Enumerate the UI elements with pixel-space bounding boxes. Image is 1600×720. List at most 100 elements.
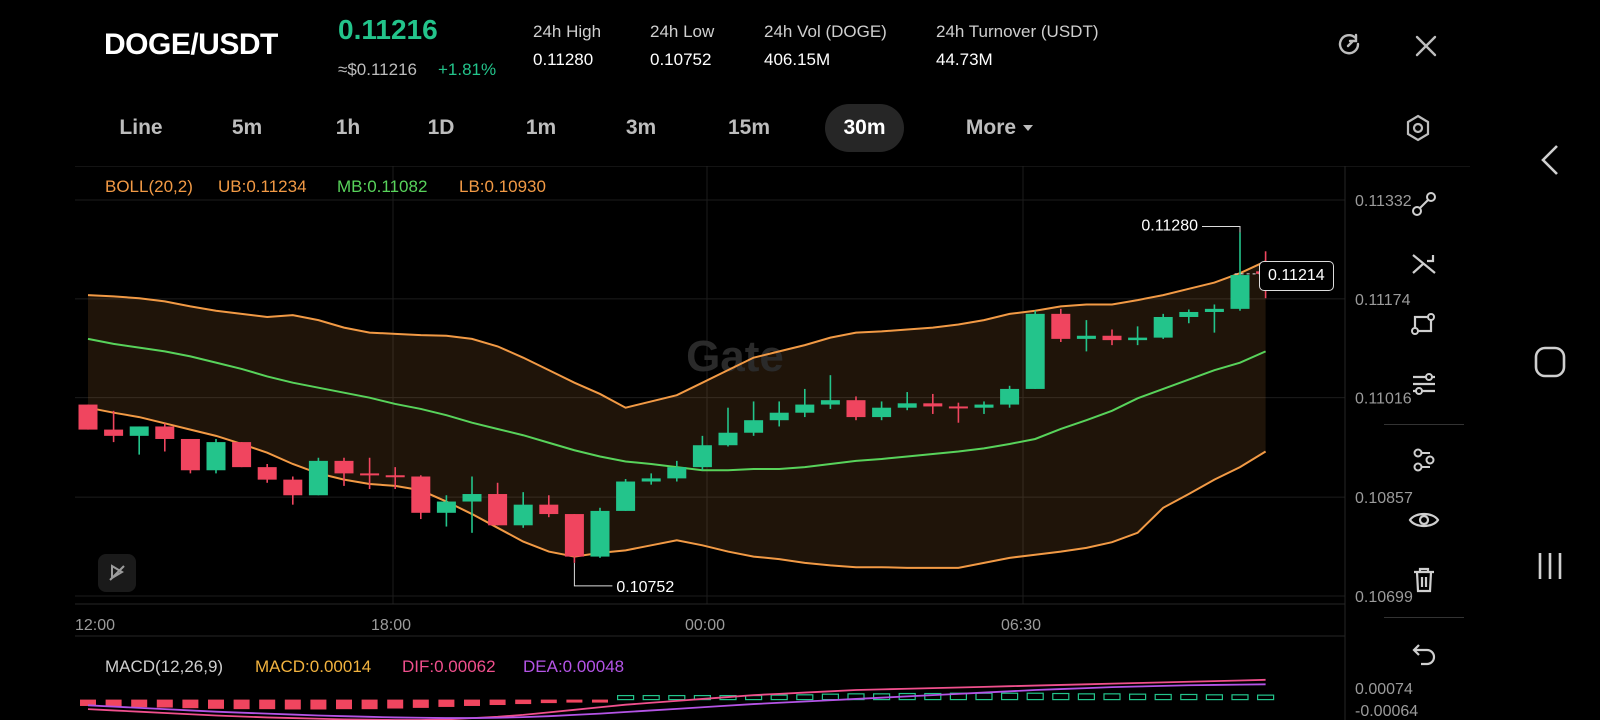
candle [180,438,200,474]
macd-bar [1000,692,1019,701]
macd-bar [975,692,993,701]
drawing-toolbar [1378,166,1470,720]
stat-low-label: 24h Low [650,22,715,41]
home-nav-icon[interactable] [1520,340,1580,384]
macd-bar [182,699,199,709]
recents-nav-icon[interactable] [1520,546,1580,586]
tab-15m[interactable]: 15m [704,104,794,152]
macd-bar [233,699,250,710]
stat-high-label: 24h High [533,22,602,41]
low-price-label: 0.10752 [616,579,674,596]
usd-price: ≈$0.11216 [338,60,417,79]
candle-body [1102,335,1122,341]
candle [155,423,175,452]
candle [206,438,226,474]
candle-body [769,412,789,421]
tab-30m[interactable]: 30m [825,104,904,152]
undo-icon[interactable] [1378,624,1470,684]
candle [1025,310,1045,389]
eye-icon[interactable] [1378,490,1470,550]
candle [564,514,584,563]
boll-band-area [88,261,1266,568]
trash-icon[interactable] [1378,550,1470,610]
stat-vol-value: 406.15M [764,50,831,69]
compare-tool-icon[interactable] [1378,430,1470,490]
candle-body [513,504,533,526]
stat-turnover-value: 44.73M [936,50,993,69]
boll-mb-legend: MB:0.11082 [337,177,427,196]
candle-body [257,467,277,480]
boll-legend: BOLL(20,2) [105,177,193,196]
last-price: 0.11216 [338,14,438,45]
macd-bar [642,694,660,701]
candle-body [590,510,610,557]
toolbar-divider-2 [1384,617,1464,618]
tab-1h[interactable]: 1h [313,104,383,152]
macd-bar [208,699,224,709]
high-marker-line [1202,226,1241,233]
macd-bar [540,699,557,704]
candle-body [872,407,892,418]
candle-body [436,501,456,513]
low-marker-line [573,562,613,587]
stat-turnover-label: 24h Turnover (USDT) [936,22,1099,41]
macd-bar [284,699,301,710]
refresh-icon[interactable] [1334,30,1366,62]
tab-5m[interactable]: 5m [207,104,287,152]
current-price-tag: 0.11214 [1259,261,1334,291]
candle-body [1230,275,1250,309]
candle [257,464,277,483]
macd-bar [1231,694,1249,701]
stat-low-value: 0.10752 [650,50,712,69]
caret-down-icon [1023,125,1034,131]
chart-settings-icon[interactable] [1402,112,1434,144]
candle-body [1025,313,1045,389]
tab-more-label: More [965,116,1017,139]
time-tick-label: 00:00 [685,617,725,634]
candle [1000,385,1020,408]
macd-bar [1154,693,1172,701]
tab-line[interactable]: Line [100,104,182,152]
candle-body [539,504,559,515]
dif-legend: DIF:0.00062 [402,657,496,676]
trend-line-tool-icon[interactable] [1378,174,1470,234]
candle [78,404,98,430]
stat-vol-label: 24h Vol (DOGE) [764,22,887,41]
chart-mode-toggle-icon[interactable] [98,554,136,592]
candle [232,442,252,468]
toolbar-divider [1384,424,1464,425]
candle-body [718,432,738,446]
candle-body [820,400,840,405]
close-icon[interactable] [1410,30,1442,62]
macd-bar [131,699,148,708]
candle-body [1179,311,1199,317]
tab-3m[interactable]: 3m [606,104,676,152]
cross-line-tool-icon[interactable] [1378,234,1470,294]
candle-body [334,460,354,474]
dea-legend: DEA:0.00048 [523,657,624,676]
macd-bar [1052,692,1070,701]
candle-body [616,481,636,511]
indicator-settings-icon[interactable] [1378,354,1470,414]
shape-tool-icon[interactable] [1378,294,1470,354]
candlestick-chart[interactable]: Gate 0.113320.111740.110160.108570.10699… [75,166,1470,720]
tab-1d[interactable]: 1D [406,104,476,152]
candle [590,507,610,558]
macd-bar [1180,693,1198,701]
candle-body [1128,337,1148,341]
macd-bar [821,693,840,701]
back-nav-icon[interactable] [1520,140,1580,180]
candle-body [104,429,124,436]
candle-body [1000,388,1020,405]
tab-more[interactable]: More [948,104,1052,152]
macd-bar [1205,694,1224,701]
candle-body [411,476,431,513]
boll-ub-legend: UB:0.11234 [218,177,307,196]
candle-body [692,445,712,468]
candle-body [564,514,584,557]
tab-1m[interactable]: 1m [506,104,576,152]
macd-bar [310,699,327,710]
candle-body [78,404,98,430]
candle-body [1153,316,1173,338]
candle-body [283,479,303,496]
